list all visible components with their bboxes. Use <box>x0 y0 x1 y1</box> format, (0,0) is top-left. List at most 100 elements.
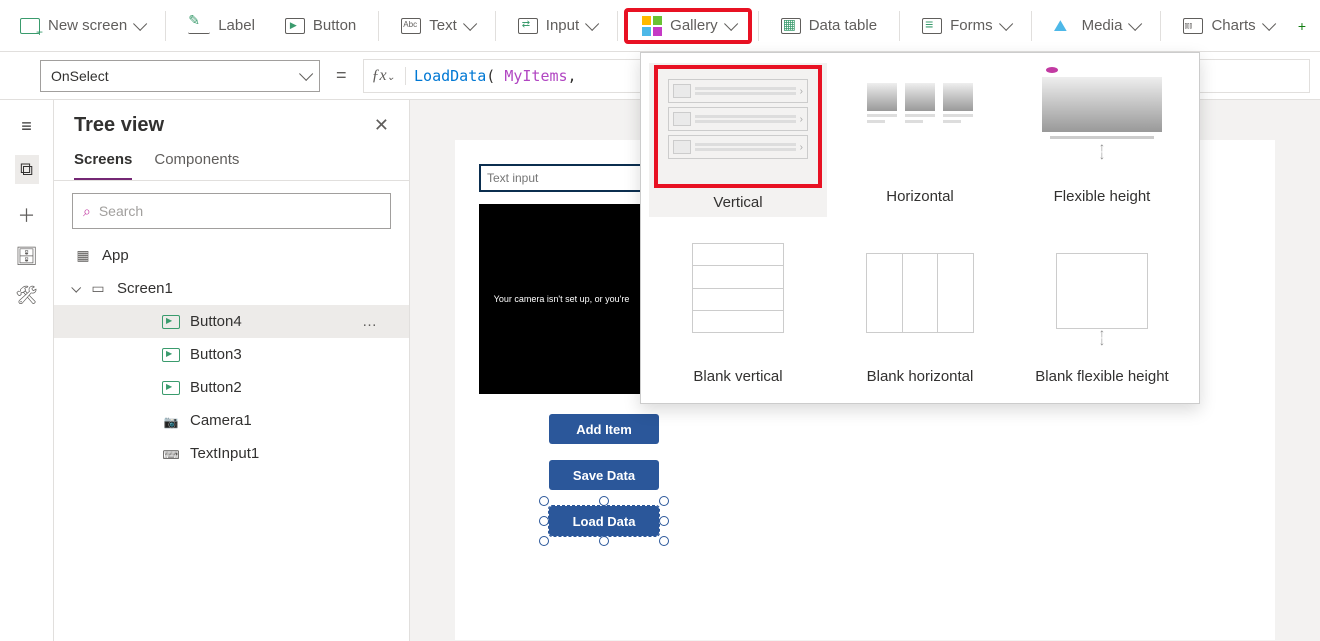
media-label: Media <box>1082 17 1123 34</box>
tree-view-pane: Tree view ✕ Screens Components ⌕ Search … <box>54 100 410 641</box>
gallery-option-horizontal[interactable]: Horizontal <box>831 63 1009 217</box>
button-button[interactable]: Button <box>271 11 370 40</box>
gallery-option-blank-flexible[interactable]: ↑↓ Blank flexible height <box>1013 243 1191 385</box>
data-table-button[interactable]: Data table <box>767 11 891 40</box>
flexible-thumb: ↑↓ <box>1042 63 1162 178</box>
gallery-label: Gallery <box>670 17 718 34</box>
charts-button[interactable]: Charts <box>1169 11 1285 40</box>
chevron-down-icon <box>1262 16 1276 30</box>
blank-horizontal-thumb <box>860 243 980 358</box>
forms-icon <box>922 18 942 34</box>
gallery-icon <box>642 16 662 36</box>
chevron-down-icon <box>585 16 599 30</box>
property-selector[interactable]: OnSelect <box>40 60 320 92</box>
data-table-icon <box>781 18 801 34</box>
forms-label: Forms <box>950 17 993 34</box>
gallery-option-label: Blank vertical <box>693 368 782 385</box>
camera-message: Your camera isn't set up, or you're <box>494 294 630 304</box>
forms-button[interactable]: Forms <box>908 11 1023 40</box>
gallery-option-label: Horizontal <box>886 188 954 205</box>
tree-node-app[interactable]: ▦ App <box>54 239 409 272</box>
tools-icon[interactable]: 🛠 <box>15 285 39 306</box>
new-screen-label: New screen <box>48 17 127 34</box>
chevron-down-icon <box>1128 16 1142 30</box>
chevron-down-icon <box>71 283 81 293</box>
input-label: Input <box>546 17 579 34</box>
input-button[interactable]: Input <box>504 11 609 40</box>
data-table-label: Data table <box>809 17 877 34</box>
left-rail: ≡ ⧉ ＋ 🗄 🛠 <box>0 100 54 641</box>
chevron-down-icon <box>999 16 1013 30</box>
separator <box>899 11 900 41</box>
tree-view-icon[interactable]: ⧉ <box>15 155 39 184</box>
tree-search-input[interactable]: ⌕ Search <box>72 193 391 229</box>
app-icon: ▦ <box>74 247 92 264</box>
gallery-option-flexible[interactable]: ↑↓ Flexible height <box>1013 63 1191 217</box>
camera-control[interactable]: Your camera isn't set up, or you're <box>479 204 644 394</box>
gallery-option-label: Blank flexible height <box>1035 368 1168 385</box>
tree-node-label: Screen1 <box>117 280 173 297</box>
tree-node-label: Button3 <box>190 346 242 363</box>
new-screen-button[interactable]: New screen <box>6 11 157 40</box>
tree-node-button3[interactable]: Button3 <box>54 338 409 371</box>
close-icon[interactable]: ✕ <box>374 115 389 136</box>
chevron-down-icon <box>299 66 313 80</box>
chevron-down-icon <box>724 16 738 30</box>
label-button[interactable]: Label <box>174 11 269 40</box>
add-item-button[interactable]: Add Item <box>549 414 659 444</box>
text-button[interactable]: Text <box>387 11 487 40</box>
charts-icon <box>1183 18 1203 34</box>
more-icon[interactable]: … <box>362 313 399 330</box>
tree-node-screen1[interactable]: ▭ Screen1 <box>54 272 409 305</box>
button-icon <box>162 315 180 329</box>
tree-tabs: Screens Components <box>54 145 409 181</box>
add-icon[interactable]: + <box>1290 18 1314 34</box>
tree-node-button2[interactable]: Button2 <box>54 371 409 404</box>
tree-node-label: Button4 <box>190 313 242 330</box>
gallery-option-label: Blank horizontal <box>867 368 974 385</box>
gallery-option-vertical[interactable]: › › › Vertical <box>649 63 827 217</box>
hamburger-icon[interactable]: ≡ <box>15 116 39 137</box>
text-input-icon <box>162 446 180 462</box>
fx-icon: ƒx⌄ <box>372 67 407 85</box>
new-screen-icon <box>20 18 40 34</box>
separator <box>1160 11 1161 41</box>
horizontal-thumb <box>860 63 980 178</box>
tree-node-label: TextInput1 <box>190 445 259 462</box>
media-button[interactable]: Media <box>1040 11 1153 40</box>
gallery-button[interactable]: Gallery <box>626 10 750 42</box>
tab-screens[interactable]: Screens <box>74 145 132 180</box>
tree-node-label: Button2 <box>190 379 242 396</box>
blank-vertical-thumb <box>678 243 798 358</box>
tree-node-camera1[interactable]: Camera1 <box>54 404 409 437</box>
tab-components[interactable]: Components <box>154 145 239 180</box>
tree-node-label: Camera1 <box>190 412 252 429</box>
insert-icon[interactable]: ＋ <box>15 202 39 228</box>
button-label: Button <box>313 17 356 34</box>
gallery-option-label: Vertical <box>713 194 762 211</box>
selection-handles[interactable] <box>545 502 663 540</box>
tree-list: ▦ App ▭ Screen1 Button4 … Button3 <box>54 239 409 641</box>
gallery-option-blank-vertical[interactable]: Blank vertical <box>649 243 827 385</box>
camera-icon <box>162 413 180 429</box>
tree-node-textinput1[interactable]: TextInput1 <box>54 437 409 470</box>
separator <box>1031 11 1032 41</box>
button-icon <box>285 18 305 34</box>
text-label: Text <box>429 17 457 34</box>
charts-label: Charts <box>1211 17 1255 34</box>
search-icon: ⌕ <box>83 203 91 220</box>
button-icon <box>162 348 180 362</box>
media-icon <box>1054 18 1074 34</box>
data-icon[interactable]: 🗄 <box>15 246 39 267</box>
text-input-control[interactable] <box>479 164 644 192</box>
tree-node-button4[interactable]: Button4 … <box>54 305 409 338</box>
gallery-option-label: Flexible height <box>1054 188 1151 205</box>
tree-view-title: Tree view <box>74 114 164 137</box>
property-selector-value: OnSelect <box>51 68 109 84</box>
tree-node-label: App <box>102 247 129 264</box>
separator <box>495 11 496 41</box>
gallery-option-blank-horizontal[interactable]: Blank horizontal <box>831 243 1009 385</box>
separator <box>758 11 759 41</box>
save-data-button[interactable]: Save Data <box>549 460 659 490</box>
separator <box>617 11 618 41</box>
